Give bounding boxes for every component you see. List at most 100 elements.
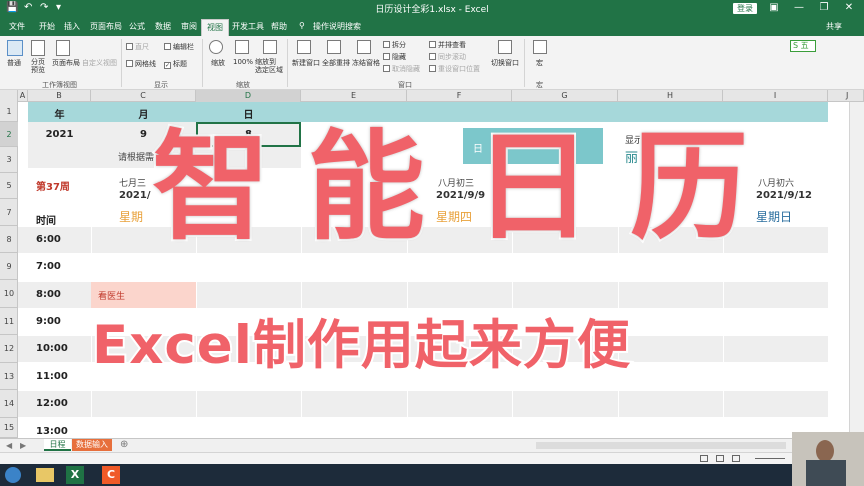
unhide-button[interactable]: 取消隐藏 <box>383 64 420 74</box>
camtasia-taskbar-icon[interactable]: C <box>102 466 120 484</box>
sheet-tab-active[interactable]: 日程 <box>44 439 71 451</box>
weekday-label: 星期 <box>119 210 144 224</box>
row-header[interactable]: 11 <box>0 308 18 335</box>
time-slot: 12:00 <box>36 398 68 409</box>
lightbulb-icon: ⚲ <box>299 21 305 30</box>
gridlines-checkbox[interactable]: 网格线 <box>126 59 156 69</box>
year-cell[interactable]: 2021 <box>28 129 91 140</box>
column-header-e[interactable]: E <box>301 90 407 102</box>
zoom-icon[interactable] <box>209 40 223 54</box>
zoom-button[interactable]: 缩放 <box>211 58 225 68</box>
horizontal-scrollbar[interactable] <box>536 442 786 449</box>
column-header-a[interactable]: A <box>18 90 28 102</box>
freeze-panes-button[interactable]: 冻结窗格 <box>352 58 380 68</box>
reset-position-button[interactable]: 重设窗口位置 <box>429 64 480 74</box>
group-window: 窗口 <box>398 81 412 89</box>
column-headers: A B C D E F G H I J <box>0 90 864 102</box>
column-header-i[interactable]: I <box>723 90 828 102</box>
row-header[interactable]: 8 <box>0 226 18 253</box>
tab-review[interactable]: 审阅 <box>181 21 197 32</box>
zoom-100-icon[interactable] <box>235 40 249 54</box>
page-layout-status-icon[interactable] <box>716 455 724 462</box>
vertical-scrollbar[interactable] <box>849 102 864 438</box>
column-header-d[interactable]: D <box>196 90 301 102</box>
row-header[interactable]: 1 <box>0 102 18 122</box>
tab-home[interactable]: 开始 <box>39 21 55 32</box>
arrange-all-icon[interactable] <box>327 40 341 54</box>
row-header[interactable]: 13 <box>0 363 18 390</box>
tab-file[interactable]: 文件 <box>9 21 25 32</box>
time-slot: 11:00 <box>36 371 68 382</box>
arrange-all-button[interactable]: 全部重排 <box>322 58 350 68</box>
page-layout-button[interactable]: 页面布局 <box>52 58 80 68</box>
start-icon[interactable] <box>5 467 21 483</box>
lunar-date: 七月三 <box>119 179 147 189</box>
macros-button[interactable]: 宏 <box>536 58 543 68</box>
switch-window-button[interactable]: 切换窗口 <box>491 58 519 68</box>
row-header[interactable]: 7 <box>0 199 18 226</box>
row-header[interactable]: 2 <box>0 122 18 147</box>
macros-icon[interactable] <box>533 40 547 54</box>
normal-view-status-icon[interactable] <box>700 455 708 462</box>
page-layout-icon[interactable] <box>56 40 70 56</box>
prev-sheet-icon[interactable]: ◀ <box>6 441 12 450</box>
tab-view[interactable]: 视图 <box>201 19 229 36</box>
new-window-button[interactable]: 新建窗口 <box>292 58 320 68</box>
normal-view-button[interactable]: 普通 <box>7 58 21 68</box>
week-number: 第37周 <box>36 182 70 193</box>
new-window-icon[interactable] <box>297 40 311 54</box>
column-header-g[interactable]: G <box>512 90 618 102</box>
row-header[interactable]: 12 <box>0 335 18 363</box>
split-button[interactable]: 拆分 <box>383 40 406 50</box>
row-header[interactable]: 5 <box>0 173 18 199</box>
column-header-b[interactable]: B <box>28 90 91 102</box>
ribbon-options-icon[interactable]: ▣ <box>764 2 784 13</box>
row-header[interactable]: 14 <box>0 390 18 418</box>
file-explorer-icon[interactable] <box>36 468 54 482</box>
share-button[interactable]: 共享 <box>826 21 842 32</box>
tab-formulas[interactable]: 公式 <box>129 21 145 32</box>
next-sheet-icon[interactable]: ▶ <box>20 441 26 450</box>
zoom-slider[interactable] <box>755 458 785 459</box>
freeze-panes-icon[interactable] <box>357 40 371 54</box>
zoom-selection-icon[interactable] <box>263 40 277 54</box>
minimize-icon[interactable]: — <box>789 2 809 13</box>
column-header-h[interactable]: H <box>618 90 723 102</box>
login-button[interactable]: 登录 <box>733 3 757 14</box>
column-header-f[interactable]: F <box>407 90 512 102</box>
row-header[interactable]: 10 <box>0 280 18 308</box>
row-header[interactable]: 9 <box>0 253 18 280</box>
page-break-icon[interactable] <box>31 40 45 56</box>
sync-scroll-button[interactable]: 同步滚动 <box>429 52 466 62</box>
tell-me-search[interactable]: 操作说明搜索 <box>313 21 361 32</box>
time-slot: 9:00 <box>36 316 61 327</box>
row-header[interactable]: 3 <box>0 147 18 173</box>
side-by-side-button[interactable]: 并排查看 <box>429 40 466 50</box>
excel-taskbar-icon[interactable]: X <box>66 466 84 484</box>
select-all-corner[interactable] <box>0 90 18 102</box>
zoom-100-button[interactable]: 100% <box>233 58 253 66</box>
tab-data[interactable]: 数据 <box>155 21 171 32</box>
lunar-date: 八月初三 <box>438 179 475 189</box>
close-icon[interactable]: ✕ <box>839 2 859 13</box>
ruler-checkbox[interactable]: 直尺 <box>126 42 149 52</box>
tab-help[interactable]: 帮助 <box>271 21 287 32</box>
formula-bar-checkbox[interactable]: 编辑栏 <box>164 42 194 52</box>
tab-page-layout[interactable]: 页面布局 <box>90 21 122 32</box>
switch-window-icon[interactable] <box>498 40 512 54</box>
add-sheet-icon[interactable]: ⊕ <box>120 439 128 450</box>
tab-insert[interactable]: 插入 <box>64 21 80 32</box>
column-header-c[interactable]: C <box>91 90 196 102</box>
row-header[interactable]: 15 <box>0 418 18 438</box>
page-break-button[interactable]: 分页 预览 <box>31 58 45 74</box>
restore-icon[interactable]: ❐ <box>814 2 834 13</box>
column-header-j[interactable]: J <box>828 90 864 102</box>
page-break-status-icon[interactable] <box>732 455 740 462</box>
headings-checkbox[interactable]: ✓ 标题 <box>164 59 187 69</box>
tab-developer[interactable]: 开发工具 <box>232 21 264 32</box>
sheet-tab[interactable]: 数据输入 <box>72 439 112 451</box>
normal-view-icon[interactable] <box>7 40 23 56</box>
hide-button[interactable]: 隐藏 <box>383 52 406 62</box>
custom-view-button[interactable]: 自定义视图 <box>82 58 117 68</box>
zoom-selection-button[interactable]: 缩放到 选定区域 <box>255 58 283 74</box>
